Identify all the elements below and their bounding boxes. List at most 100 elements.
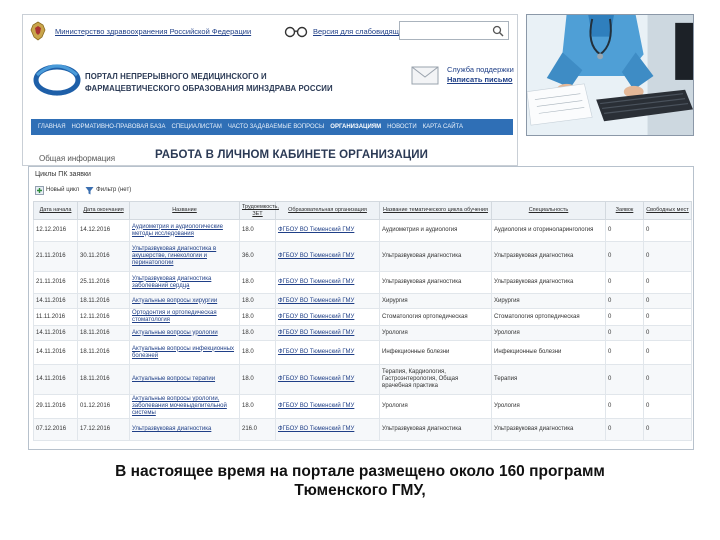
table-row[interactable]: 11.11.2016 12.11.2016 Ортодонтия и ортоп… [33,308,692,326]
specialty: Ультразвуковая диагностика [491,271,606,294]
table-row[interactable]: 14.11.2016 18.11.2016 Актуальные вопросы… [33,293,692,309]
portal-screenshot: Министерство здравоохранения Российской … [22,14,518,166]
table-row[interactable]: 21.11.2016 25.11.2016 Ультразвуковая диа… [33,271,692,294]
applications: 0 [605,394,644,419]
support-block: Служба поддержки Написать письмо [447,65,514,85]
new-cycle-button[interactable]: Новый цикл [35,185,79,195]
nav-item-news[interactable]: Новости [384,124,420,130]
organization-link[interactable]: ФГБОУ ВО Тюменский ГМУ [275,241,380,272]
table-row[interactable]: 14.11.2016 18.11.2016 Актуальные вопросы… [33,364,692,395]
specialty: Хирургия [491,293,606,309]
credits: 18.0 [239,340,276,365]
portal-topline: Министерство здравоохранения Российской … [29,21,511,43]
program-name-link[interactable]: Актуальные вопросы терапии [129,364,240,395]
panel-title: Циклы ПК заявки [35,171,91,178]
program-name-link[interactable]: Ортодонтия и ортопедическая стоматология [129,308,240,326]
cycle-name: Инфекционные болезни [379,340,492,365]
end-date: 18.11.2016 [77,364,130,395]
nav-item-normative-base[interactable]: Нормативно-правовая база [69,124,169,130]
portal-logo-icon[interactable] [33,61,81,99]
column-header[interactable]: Свободных мест [643,201,692,220]
filter-button[interactable]: Фильтр (нет) [85,186,131,195]
organization-link[interactable]: ФГБОУ ВО Тюменский ГМУ [275,394,380,419]
column-header[interactable]: Специальность [491,201,606,220]
end-date: 25.11.2016 [77,271,130,294]
applications: 0 [605,364,644,395]
program-name-link[interactable]: Ультразвуковая диагностика заболеваний с… [129,271,240,294]
column-header[interactable]: Заявок [605,201,644,220]
applications: 0 [605,241,644,272]
organization-link[interactable]: ФГБОУ ВО Тюменский ГМУ [275,325,380,341]
table-row[interactable]: 29.11.2016 01.12.2016 Актуальные вопросы… [33,394,692,419]
sidebar-item-general-info[interactable]: Общая информация [33,151,141,165]
table-row[interactable]: 12.12.2016 14.12.2016 Аудиометрия и ауди… [33,219,692,242]
applications: 0 [605,418,644,441]
program-name-link[interactable]: Актуальные вопросы урологии [129,325,240,341]
organization-link[interactable]: ФГБОУ ВО Тюменский ГМУ [275,364,380,395]
table-row[interactable]: 14.11.2016 18.11.2016 Актуальные вопросы… [33,340,692,365]
end-date: 17.12.2016 [77,418,130,441]
cycle-name: Урология [379,325,492,341]
start-date: 12.12.2016 [33,219,78,242]
column-header[interactable]: Образовательная организация [275,201,380,220]
program-name-link[interactable]: Ультразвуковая диагностика [129,418,240,441]
glasses-icon[interactable] [284,24,308,38]
start-date: 21.11.2016 [33,271,78,294]
organization-link[interactable]: ФГБОУ ВО Тюменский ГМУ [275,308,380,326]
column-header[interactable]: Дата начала [33,201,78,220]
nav-item-faq[interactable]: Часто задаваемые вопросы [225,124,327,130]
table-row[interactable]: 07.12.2016 17.12.2016 Ультразвуковая диа… [33,418,692,441]
credits: 36.0 [239,241,276,272]
program-name-link[interactable]: Актуальные вопросы хирургии [129,293,240,309]
nav-item-specialists[interactable]: Специалистам [169,124,225,130]
portal-title: ПОРТАЛ НЕПРЕРЫВНОГО МЕДИЦИНСКОГО И ФАРМА… [85,71,333,95]
end-date: 30.11.2016 [77,241,130,272]
end-date: 01.12.2016 [77,394,130,419]
portal-title-line1: ПОРТАЛ НЕПРЕРЫВНОГО МЕДИЦИНСКОГО И [85,72,267,81]
organization-link[interactable]: ФГБОУ ВО Тюменский ГМУ [275,340,380,365]
credits: 18.0 [239,293,276,309]
search-icon[interactable] [492,25,504,37]
vision-impaired-link[interactable]: Версия для слабовидящих [313,27,407,36]
table-row[interactable]: 14.11.2016 18.11.2016 Актуальные вопросы… [33,325,692,341]
cycle-name: Ультразвуковая диагностика [379,418,492,441]
caption-line2: Тюменского ГМУ, [294,482,426,499]
specialty: Инфекционные болезни [491,340,606,365]
start-date: 14.11.2016 [33,340,78,365]
write-letter-link[interactable]: Написать письмо [447,75,514,85]
applications: 0 [605,308,644,326]
table-row[interactable]: 21.11.2016 30.11.2016 Ультразвуковая диа… [33,241,692,272]
mail-icon[interactable] [411,65,439,85]
start-date: 14.11.2016 [33,325,78,341]
column-header[interactable]: Название [129,201,240,220]
program-name-link[interactable]: Аудиометрия и аудиологические методы исс… [129,219,240,242]
organization-link[interactable]: ФГБОУ ВО Тюменский ГМУ [275,293,380,309]
nav-item-organizations[interactable]: Организациям [327,124,384,130]
search-input[interactable] [399,21,509,40]
organization-link[interactable]: ФГБОУ ВО Тюменский ГМУ [275,271,380,294]
column-header[interactable]: Название тематического цикла обучения [379,201,492,220]
organization-link[interactable]: ФГБОУ ВО Тюменский ГМУ [275,418,380,441]
nav-item-home[interactable]: Главная [35,124,69,130]
organization-link[interactable]: ФГБОУ ВО Тюменский ГМУ [275,219,380,242]
column-header[interactable]: Трудоемкость, ЗЕТ [239,201,279,220]
program-name-link[interactable]: Ультразвуковая диагностика в акушерстве,… [129,241,240,272]
portal-title-line2: ФАРМАЦЕВТИЧЕСКОГО ОБРАЗОВАНИЯ МИНЗДРАВА … [85,84,333,93]
slide-caption: В настоящее время на портале размещено о… [0,462,720,500]
free-seats: 0 [643,394,692,419]
applications: 0 [605,325,644,341]
ministry-emblem-icon [30,21,46,41]
support-label: Служба поддержки [447,65,514,74]
program-name-link[interactable]: Актуальные вопросы инфекционных болезней [129,340,240,365]
ministry-link[interactable]: Министерство здравоохранения Российской … [55,27,251,36]
credits: 18.0 [239,308,276,326]
nav-item-sitemap[interactable]: Карта сайта [420,124,466,130]
free-seats: 0 [643,418,692,441]
column-header[interactable]: Дата окончания [77,201,130,220]
credits: 18.0 [239,219,276,242]
specialty: Стоматология ортопедическая [491,308,606,326]
end-date: 14.12.2016 [77,219,130,242]
free-seats: 0 [643,219,692,242]
applications: 0 [605,271,644,294]
program-name-link[interactable]: Актуальные вопросы урологии, заболевания… [129,394,240,419]
